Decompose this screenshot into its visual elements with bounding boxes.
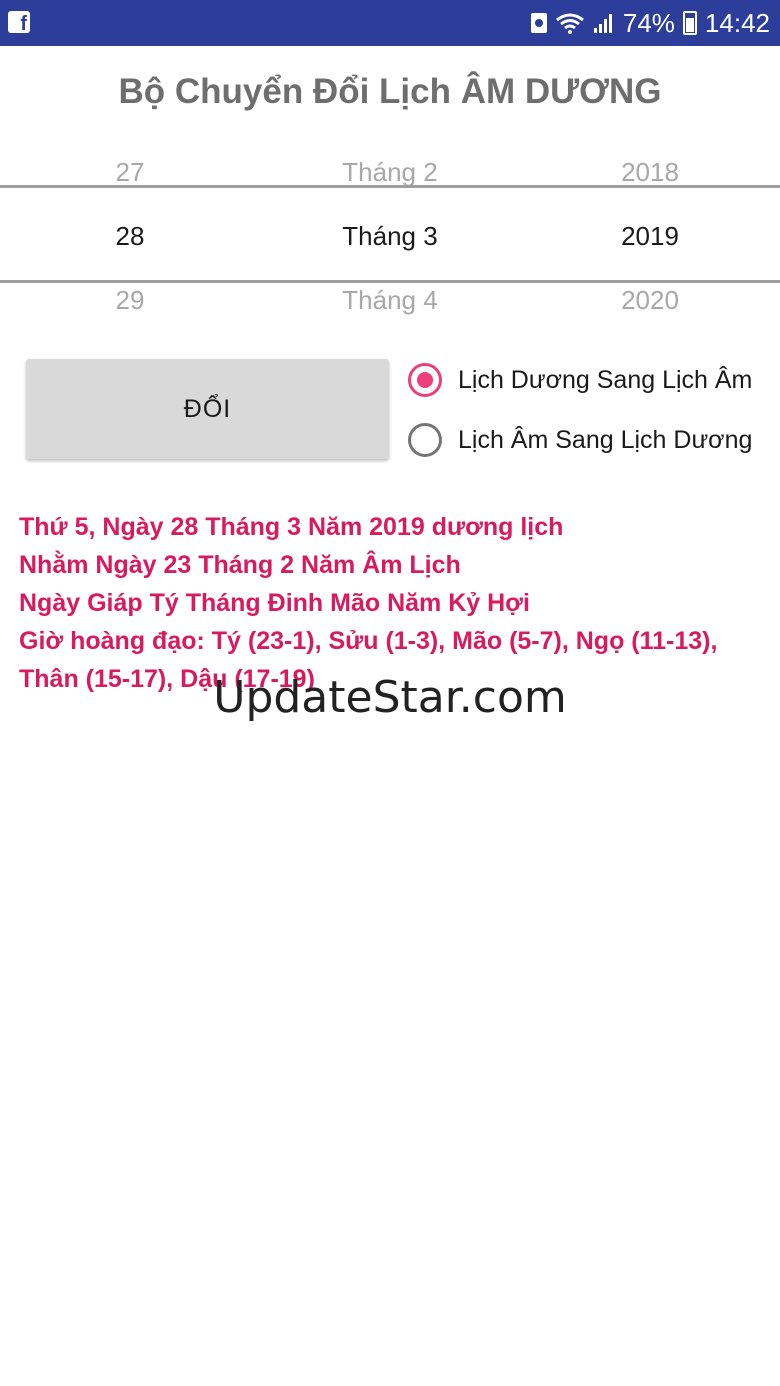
- picker-divider-top: [0, 185, 780, 188]
- radio-lunar-to-solar[interactable]: Lịch Âm Sang Lịch Dương: [408, 418, 778, 462]
- picker-day-current[interactable]: 28: [30, 221, 230, 252]
- status-icons: 74% 14:42: [530, 0, 770, 46]
- date-picker[interactable]: 27 Tháng 2 2018 28 Tháng 3 2019 29 Tháng…: [0, 145, 780, 325]
- picker-year-prev[interactable]: 2018: [550, 157, 750, 188]
- signal-icon: [593, 14, 612, 33]
- radio-unchecked-icon[interactable]: [408, 423, 442, 457]
- picker-month-next[interactable]: Tháng 4: [290, 285, 490, 316]
- clock: 14:42: [704, 7, 770, 38]
- result-solar-date: Thứ 5, Ngày 28 Tháng 3 Năm 2019 dương lị…: [19, 513, 564, 541]
- result-lunar-date: Nhằm Ngày 23 Tháng 2 Năm Âm Lịch: [19, 551, 461, 579]
- radio-solar-to-lunar[interactable]: Lịch Dương Sang Lịch Âm: [408, 358, 778, 402]
- recycle-icon: [530, 13, 547, 33]
- status-bar: f 74% 14:42: [0, 0, 780, 46]
- picker-divider-bottom: [0, 280, 780, 283]
- picker-row-current[interactable]: 28 Tháng 3 2019: [0, 221, 780, 261]
- picker-day-prev[interactable]: 27: [30, 157, 230, 188]
- radio-label-lunar-to-solar[interactable]: Lịch Âm Sang Lịch Dương: [458, 426, 752, 455]
- page-title: Bộ Chuyển Đổi Lịch ÂM DƯƠNG: [118, 72, 662, 111]
- facebook-icon: f: [8, 11, 30, 33]
- radio-label-solar-to-lunar[interactable]: Lịch Dương Sang Lịch Âm: [458, 366, 752, 395]
- picker-row-next[interactable]: 29 Tháng 4 2020: [0, 285, 780, 325]
- conversion-result: Thứ 5, Ngày 28 Tháng 3 Năm 2019 dương lị…: [19, 508, 764, 698]
- convert-button[interactable]: ĐỔI: [26, 359, 389, 459]
- picker-row-prev[interactable]: 27 Tháng 2 2018: [0, 157, 780, 197]
- picker-day-next[interactable]: 29: [30, 285, 230, 316]
- result-can-chi: Ngày Giáp Tý Tháng Đinh Mão Năm Kỷ Hợi: [19, 589, 530, 617]
- battery-icon: [682, 11, 697, 35]
- picker-year-next[interactable]: 2020: [550, 285, 750, 316]
- picker-year-current[interactable]: 2019: [550, 221, 750, 252]
- result-lucky-hours: Giờ hoàng đạo: Tý (23-1), Sửu (1-3), Mão…: [19, 627, 718, 655]
- picker-month-current[interactable]: Tháng 3: [290, 221, 490, 252]
- battery-percent: 74%: [622, 7, 675, 38]
- picker-month-prev[interactable]: Tháng 2: [290, 157, 490, 188]
- radio-checked-icon[interactable]: [408, 363, 442, 397]
- watermark: UpdateStar.com: [213, 672, 567, 723]
- wifi-icon: [555, 13, 584, 34]
